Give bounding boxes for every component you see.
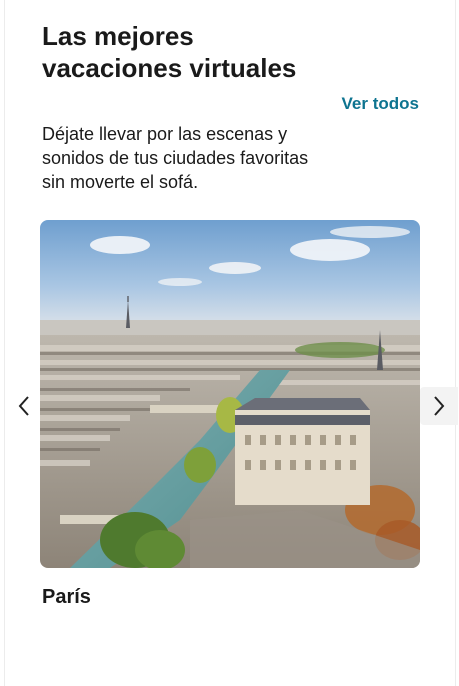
section-subtitle: Déjate llevar por las escenas y sonidos … — [42, 124, 309, 192]
section-title: Las mejores vacaciones virtuales — [42, 21, 297, 83]
vacations-card: Las mejores vacaciones virtuales Ver tod… — [4, 0, 458, 686]
carousel-prev-button[interactable] — [5, 387, 43, 425]
carousel — [5, 220, 458, 570]
slide-label-paris[interactable]: París — [42, 586, 91, 609]
see-all-link[interactable]: Ver todos — [342, 94, 419, 114]
carousel-next-button[interactable] — [420, 387, 458, 425]
paris-slide-image[interactable] — [40, 220, 420, 568]
chevron-right-icon — [434, 396, 445, 416]
paris-cityscape-image — [40, 220, 420, 568]
chevron-left-icon — [18, 396, 29, 416]
